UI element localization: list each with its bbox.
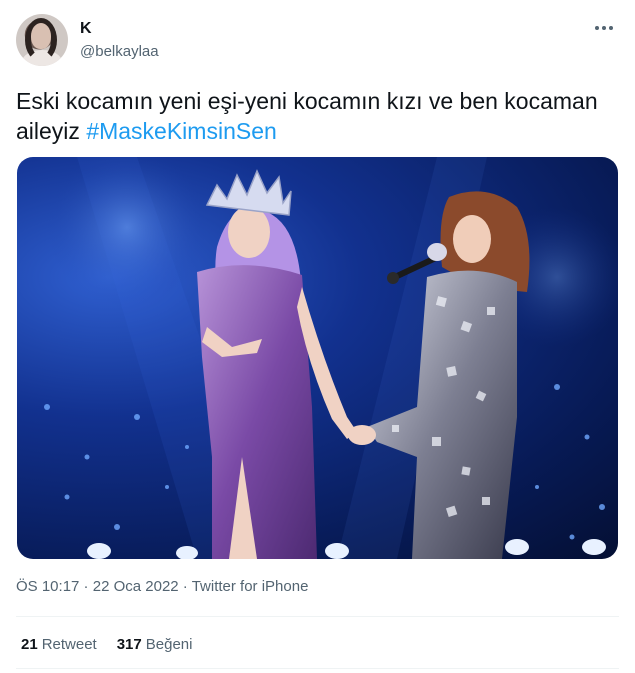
tweet-time[interactable]: ÖS 10:17 [16, 578, 79, 595]
retweets-count: 21 [21, 636, 38, 653]
tweet-text: Eski kocamın yeni eşi-yeni kocamın kızı … [16, 86, 616, 146]
tweet-card: K @belkaylaa Eski kocamın yeni eşi-yeni … [0, 0, 635, 673]
divider [16, 616, 619, 617]
retweets-stat[interactable]: 21 Retweet [21, 636, 97, 653]
tweet-photo[interactable] [17, 157, 618, 559]
tweet-source[interactable]: Twitter for iPhone [192, 578, 309, 595]
more-options-button[interactable] [591, 18, 617, 38]
meta-separator: · [178, 578, 192, 595]
avatar[interactable] [16, 14, 68, 66]
meta-separator: · [79, 578, 93, 595]
author-handle[interactable]: @belkaylaa [80, 43, 159, 60]
hashtag-link[interactable]: #MaskeKimsinSen [86, 118, 276, 144]
tweet-date[interactable]: 22 Oca 2022 [93, 578, 179, 595]
tweet-meta: ÖS 10:17 · 22 Oca 2022 · Twitter for iPh… [16, 578, 308, 595]
more-horizontal-icon [595, 26, 599, 30]
retweets-label: Retweet [41, 636, 97, 653]
likes-label: Beğeni [145, 636, 193, 653]
likes-count: 317 [116, 636, 142, 653]
tweet-stats: 21 Retweet 317 Beğeni [21, 636, 192, 653]
author-name[interactable]: K [80, 20, 92, 38]
likes-stat[interactable]: 317 Beğeni [117, 636, 193, 653]
divider [16, 668, 619, 669]
tweet-header: K @belkaylaa [16, 14, 621, 70]
photo-illustration [44, 157, 618, 559]
